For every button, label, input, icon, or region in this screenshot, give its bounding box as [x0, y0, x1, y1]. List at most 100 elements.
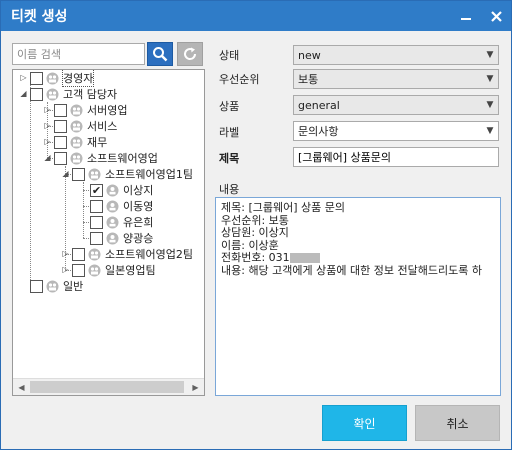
org-tree[interactable]: ▷ 경영자 ◢ 고객 담당자 ▷ 서버영업 ▷ 서비스 ▷ 재무 ◢ 소프트웨어… [12, 69, 205, 396]
collapse-icon[interactable]: ◢ [61, 166, 70, 182]
content-phone-line: 전화번호: 031 [221, 251, 495, 265]
tree-checkbox[interactable] [54, 135, 67, 149]
tree-item[interactable]: 유은희 [88, 214, 153, 230]
tree-item[interactable]: 양광승 [88, 230, 153, 246]
group-icon [70, 104, 83, 116]
group-icon [88, 248, 101, 260]
tree-item-label: 유은희 [123, 216, 154, 229]
expand-icon[interactable]: ▷ [43, 118, 52, 134]
tree-item[interactable]: ▷ 경영자 [19, 70, 95, 87]
tree-item[interactable]: ▷ 소프트웨어영업2팀 [61, 246, 193, 262]
chevron-down-icon: ▼ [486, 50, 494, 60]
status-label: 상태 [219, 49, 240, 62]
tree-item[interactable]: ▷ 서버영업 [43, 102, 127, 118]
confirm-button[interactable]: 확인 [322, 405, 407, 441]
group-icon [88, 264, 101, 276]
tree-item-label: 양광승 [123, 232, 154, 245]
priority-value: 보통 [298, 73, 319, 86]
minimize-icon[interactable] [451, 1, 481, 31]
content-line: 전화번호: 031 [221, 251, 290, 264]
redacted-mask [289, 253, 320, 263]
tree-item-label: 고객 담당자 [63, 88, 118, 101]
content-textarea[interactable]: 제목: [그룹웨어] 상품 문의 우선순위: 보통 상담원: 이상지 이름: 이상훈 전… [215, 197, 501, 396]
tree-checkbox[interactable] [30, 279, 43, 293]
tree-item-label: 경영자 [61, 70, 95, 87]
tree-checkbox-checked[interactable]: ✔ [90, 183, 103, 197]
scroll-right-icon[interactable]: ▶ [187, 379, 204, 395]
product-value: general [298, 98, 340, 112]
cancel-button[interactable]: 취소 [415, 405, 500, 441]
chevron-down-icon: ▼ [486, 100, 494, 110]
scrollbar-thumb[interactable] [30, 381, 184, 393]
horizontal-scrollbar[interactable]: ◀ ▶ [13, 378, 204, 395]
close-icon[interactable] [481, 1, 511, 31]
expand-icon[interactable]: ▷ [61, 262, 70, 278]
tree-checkbox[interactable] [72, 167, 85, 181]
tree-checkbox[interactable] [30, 87, 43, 101]
tree-item-label: 소프트웨어영업 [87, 152, 158, 165]
tree-item-label: 이동영 [123, 200, 154, 213]
content-line: 상담원: 이상지 [221, 226, 289, 239]
collapse-icon[interactable]: ◢ [19, 86, 28, 102]
refresh-button[interactable] [177, 42, 203, 66]
expand-icon[interactable]: ▷ [43, 102, 52, 118]
tree-item[interactable]: ▷ 서비스 [43, 118, 117, 134]
tree-checkbox[interactable] [30, 71, 43, 85]
group-icon [46, 88, 59, 100]
tree-checkbox[interactable] [72, 263, 85, 277]
group-icon [70, 152, 83, 164]
tree-item[interactable]: ✔ 이상지 [88, 182, 153, 198]
scroll-left-icon[interactable]: ◀ [13, 379, 30, 395]
group-icon [70, 120, 83, 132]
refresh-icon [184, 47, 197, 60]
product-select[interactable]: general ▼ [293, 95, 499, 115]
tree-item-label: 재무 [87, 136, 108, 149]
status-select[interactable]: new ▼ [293, 45, 499, 65]
tree-item[interactable]: ◢ 소프트웨어영업1팀 [61, 166, 193, 182]
chevron-down-icon: ▼ [486, 126, 494, 136]
tree-item[interactable]: ▷ 일본영업팀 [61, 262, 156, 278]
expand-icon[interactable]: ▷ [61, 246, 70, 262]
tree-checkbox[interactable] [72, 247, 85, 261]
tree-item[interactable]: ◢ 소프트웨어영업 [43, 150, 158, 166]
content-line: 내용: 해당 고객에게 상품에 대한 정보 전달해드리도록 하 [221, 263, 482, 277]
group-icon [88, 168, 101, 180]
subject-label: 제목 [219, 152, 240, 165]
tree-checkbox[interactable] [90, 199, 103, 213]
user-icon [106, 232, 119, 244]
search-input[interactable] [12, 43, 145, 65]
tree-item-label: 서버영업 [87, 104, 128, 117]
tree-checkbox[interactable] [54, 119, 67, 133]
tree-item-label: 소프트웨어영업2팀 [105, 248, 193, 261]
group-icon [46, 280, 59, 292]
product-label: 상품 [219, 100, 240, 113]
priority-select[interactable]: 보통 ▼ [293, 69, 499, 89]
label-value: 문의사항 [298, 125, 339, 138]
tree-item[interactable]: ◢ 고객 담당자 [19, 86, 117, 102]
label-select[interactable]: 문의사항 ▼ [293, 121, 499, 141]
tree-checkbox[interactable] [90, 215, 103, 229]
search-button[interactable] [147, 42, 173, 66]
user-icon [106, 184, 119, 196]
content-line: 제목: [그룹웨어] 상품 문의 [221, 201, 345, 214]
group-icon [70, 136, 83, 148]
window-title: 티켓 생성 [11, 9, 68, 25]
tree-item[interactable]: ▷ 재무 [43, 134, 107, 150]
tree-checkbox[interactable] [54, 103, 67, 117]
tree-item-label: 서비스 [87, 120, 118, 133]
expand-icon[interactable]: ▷ [19, 70, 28, 86]
status-value: new [298, 48, 321, 62]
tree-item-label: 이상지 [123, 184, 154, 197]
priority-label: 우선순위 [219, 73, 260, 86]
subject-input[interactable] [293, 147, 499, 167]
expand-icon[interactable]: ▷ [43, 134, 52, 150]
tree-item[interactable]: 일반 [28, 278, 83, 294]
chevron-down-icon: ▼ [486, 74, 494, 84]
tree-checkbox[interactable] [90, 231, 103, 245]
label-label: 라벨 [219, 126, 240, 139]
user-icon [106, 216, 119, 228]
tree-checkbox[interactable] [54, 151, 67, 165]
collapse-icon[interactable]: ◢ [43, 150, 52, 166]
tree-item-label: 일반 [63, 280, 84, 293]
tree-item[interactable]: 이동영 [88, 198, 153, 214]
